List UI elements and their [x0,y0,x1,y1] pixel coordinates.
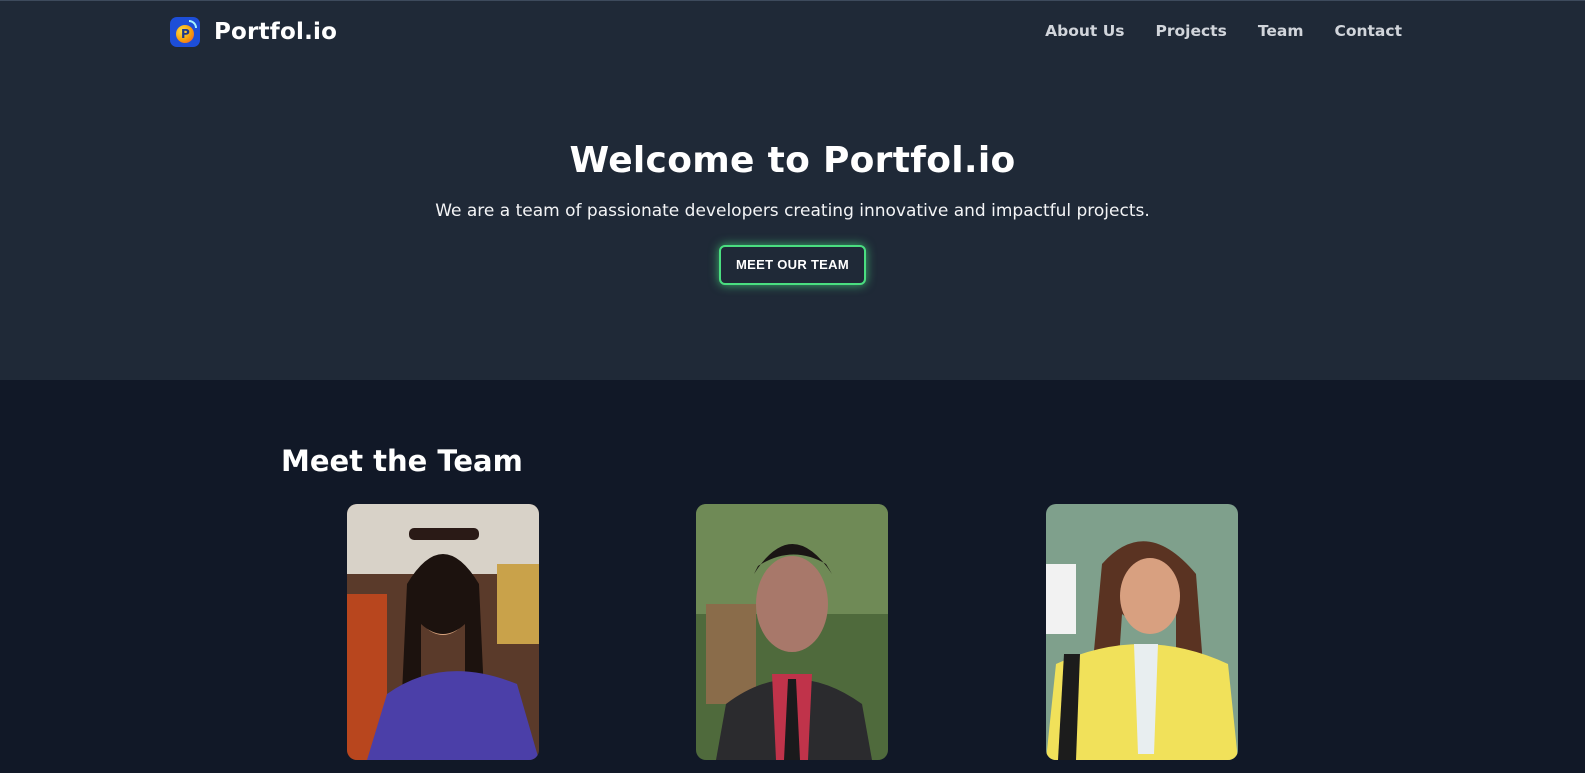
portfolio-logo-icon: P [170,17,200,47]
hero-subtitle: We are a team of passionate developers c… [435,201,1150,221]
brand[interactable]: P Portfol.io [170,17,337,47]
meet-our-team-button[interactable]: MEET OUR TEAM [719,245,866,285]
hero-title: Welcome to Portfol.io [569,140,1016,181]
team-member-photo-3[interactable] [1046,504,1238,760]
team-section: Meet the Team [0,380,1585,773]
nav-links: About Us Projects Team Contact [1045,22,1402,40]
nav-link-team[interactable]: Team [1258,22,1304,40]
navbar: P Portfol.io About Us Projects Team Cont… [0,0,1585,66]
nav-link-projects[interactable]: Projects [1156,22,1227,40]
nav-link-contact[interactable]: Contact [1334,22,1402,40]
team-section-title: Meet the Team [281,444,523,478]
brand-name[interactable]: Portfol.io [214,19,337,45]
team-member-photo-1[interactable] [347,504,539,760]
hero-section: Welcome to Portfol.io We are a team of p… [0,140,1585,285]
team-member-photo-2[interactable] [696,504,888,760]
nav-link-about-us[interactable]: About Us [1045,22,1124,40]
